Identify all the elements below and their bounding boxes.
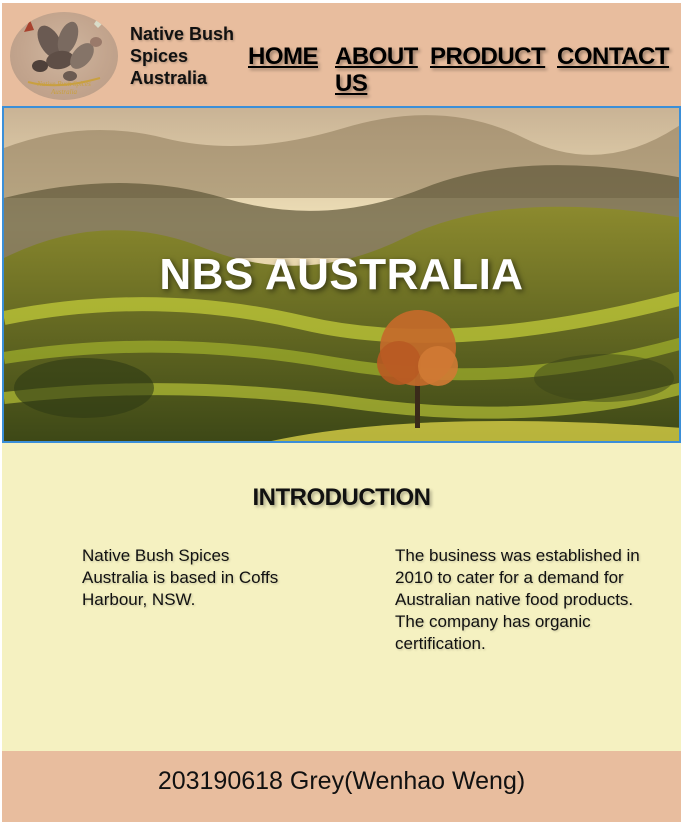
nav-contact-link[interactable]: CONTACT [557,43,670,70]
intro-left-paragraph: Native Bush Spices Australia is based in… [82,546,279,609]
hero-title: NBS AUSTRALIA [159,250,524,299]
nav-about-link[interactable]: ABOUT US [335,43,419,97]
site-footer: 203190618 Grey(Wenhao Weng) [2,751,681,822]
nav-product-link[interactable]: PRODUCT [430,43,546,70]
intro-right-paragraph: The business was established in 2010 to … [395,546,640,653]
page: Native Bush Spices Australia Native Bush… [2,3,681,822]
footer-text: 203190618 Grey(Wenhao Weng) [157,767,526,795]
logo[interactable]: Native Bush Spices Australia [10,12,118,100]
site-header: Native Bush Spices Australia Native Bush… [2,3,681,106]
logo-text: Native Bush Spices Australia [37,80,91,96]
hero-banner: NBS AUSTRALIA [2,106,681,443]
introduction-heading: INTRODUCTION [252,484,431,511]
nav-home-link[interactable]: HOME [248,43,319,70]
brand-name: Native Bush Spices Australia [130,24,235,88]
introduction-section: INTRODUCTION Native Bush Spices Australi… [2,443,681,751]
